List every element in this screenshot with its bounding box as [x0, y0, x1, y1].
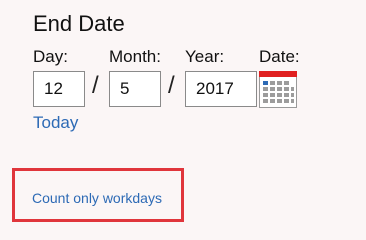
- day-input[interactable]: 12: [33, 71, 85, 107]
- count-workdays-link[interactable]: Count only workdays: [32, 189, 162, 207]
- month-input[interactable]: 5: [109, 71, 161, 107]
- section-title: End Date: [33, 11, 125, 36]
- date-separator: /: [168, 72, 175, 99]
- month-label: Month:: [109, 47, 161, 66]
- day-label: Day:: [33, 47, 68, 66]
- date-label: Date:: [259, 47, 300, 66]
- year-input[interactable]: 2017: [185, 71, 257, 107]
- year-label: Year:: [185, 47, 225, 66]
- today-link[interactable]: Today: [33, 113, 78, 133]
- date-separator: /: [92, 72, 99, 99]
- calendar-icon[interactable]: [259, 71, 297, 108]
